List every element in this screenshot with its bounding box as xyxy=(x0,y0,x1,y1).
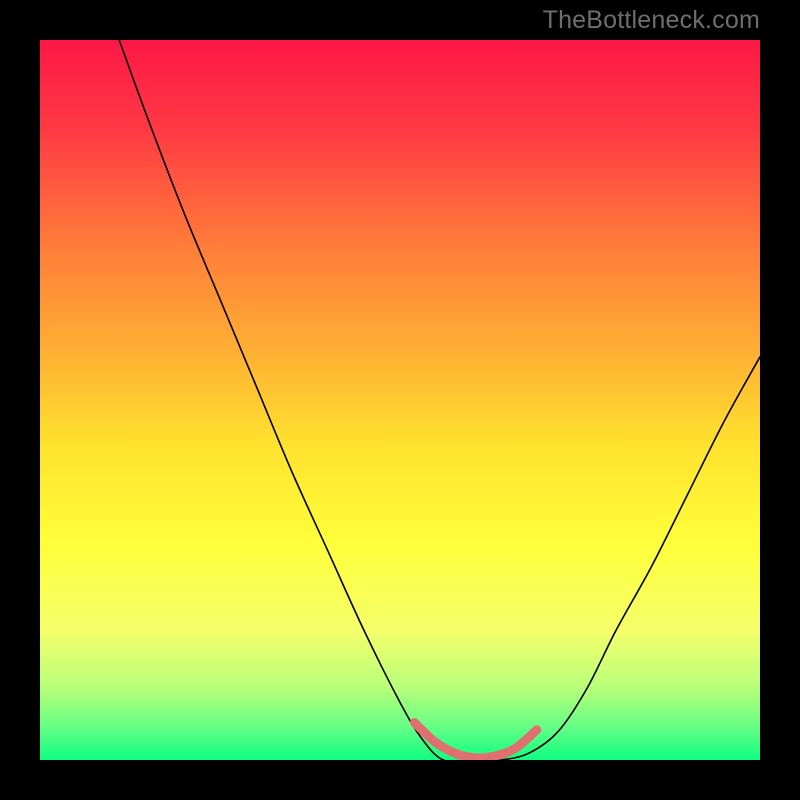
chart-svg xyxy=(40,40,760,760)
chart-root: TheBottleneck.com xyxy=(0,0,800,800)
plot-area xyxy=(40,40,760,760)
watermark-text: TheBottleneck.com xyxy=(543,6,760,35)
bottleneck-curve xyxy=(119,40,760,760)
